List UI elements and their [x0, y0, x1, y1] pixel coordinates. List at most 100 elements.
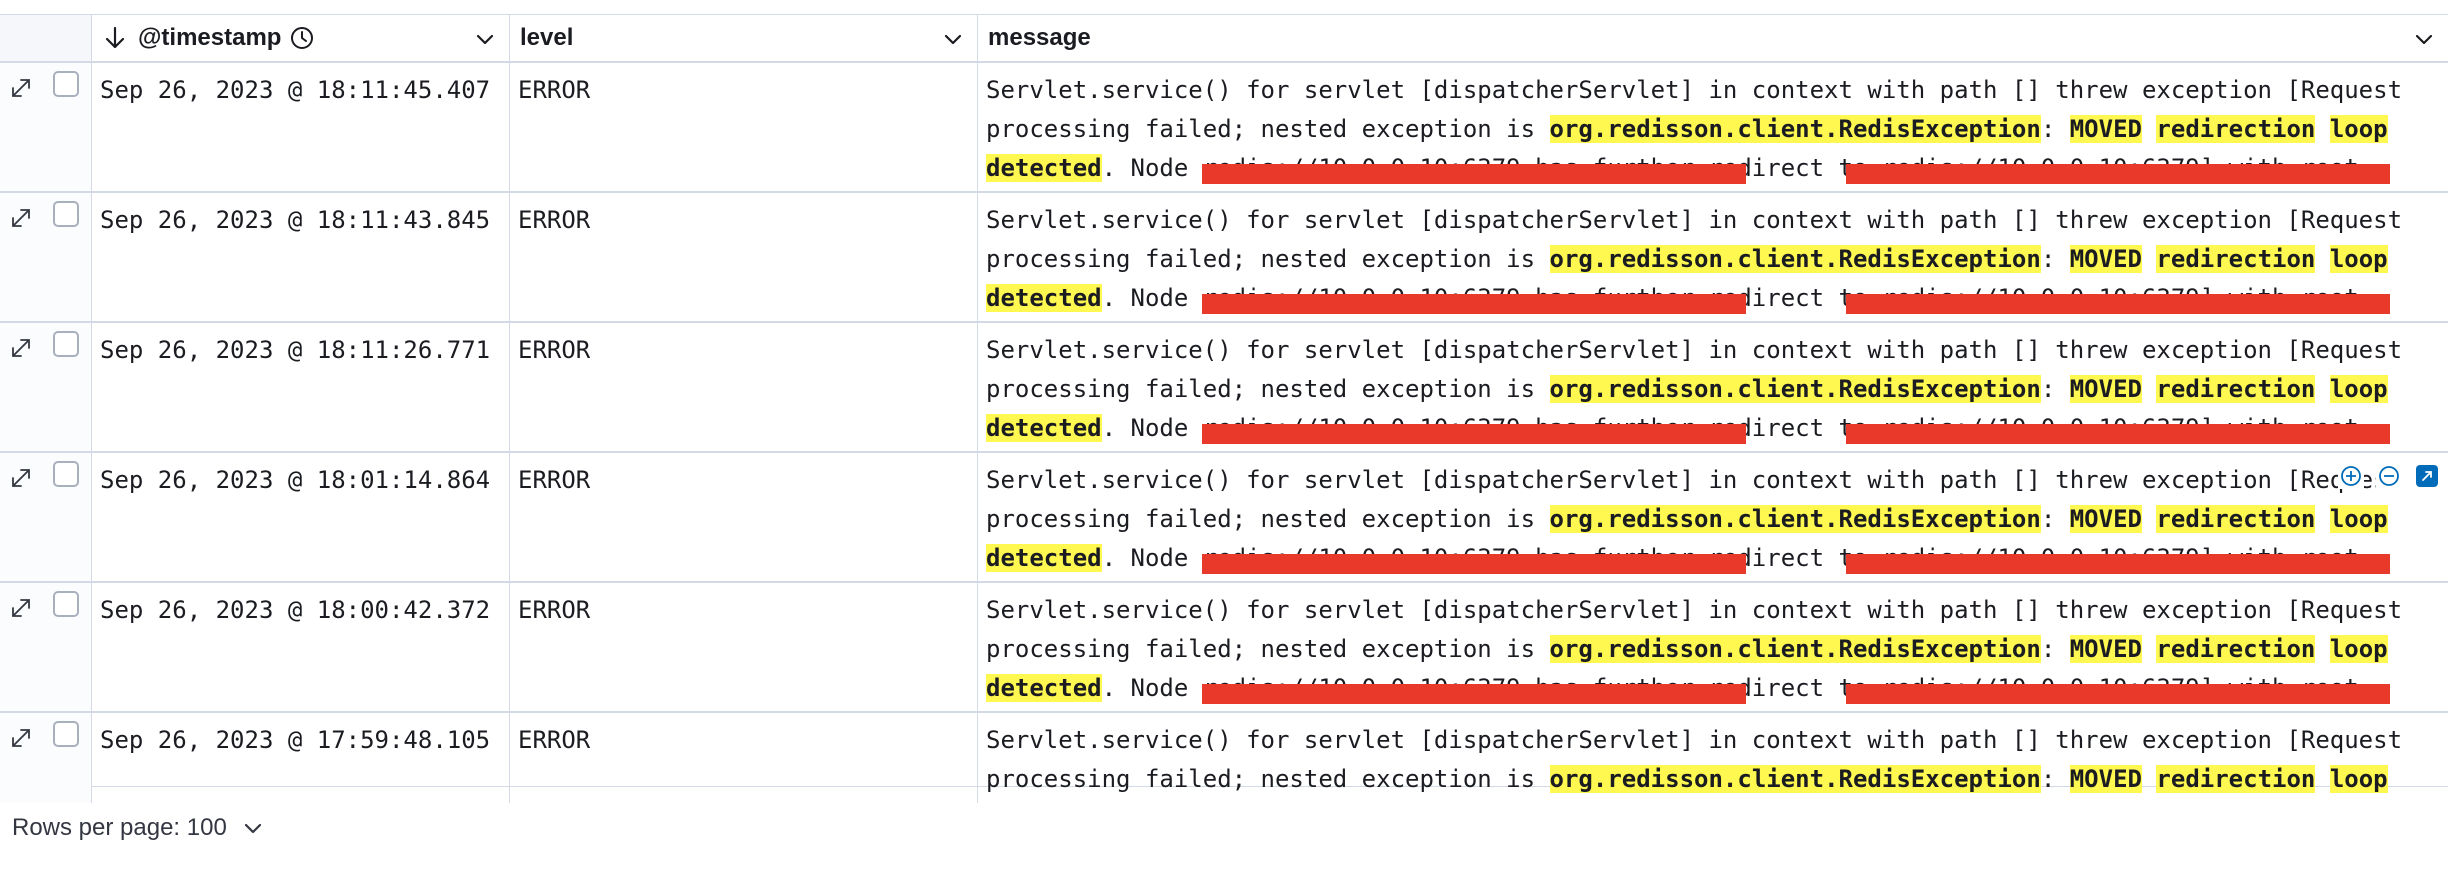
search-highlight: org.redisson.client.RedisException — [1549, 505, 2041, 533]
chevron-down-icon[interactable] — [473, 27, 497, 51]
search-highlight: org.redisson.client.RedisException — [1549, 245, 2041, 273]
rows-per-page-selector[interactable]: Rows per page: 100 — [12, 814, 227, 842]
search-highlight: MOVED — [2069, 375, 2142, 403]
message-line-2: processing failed; nested exception is o… — [986, 500, 2388, 539]
level-cell[interactable]: ERROR — [510, 323, 978, 451]
search-highlight: MOVED — [2069, 635, 2142, 663]
chevron-down-icon[interactable] — [2412, 27, 2436, 51]
search-highlight: redirection — [2156, 245, 2316, 273]
message-line-2: processing failed; nested exception is o… — [986, 240, 2388, 279]
message-cell[interactable]: Servlet.service() for servlet [dispatche… — [978, 193, 2448, 321]
expand-icon[interactable] — [8, 75, 34, 101]
search-highlight: detected — [986, 544, 1102, 572]
message-line-1: Servlet.service() for servlet [dispatche… — [986, 206, 2403, 234]
level-cell[interactable]: ERROR — [510, 63, 978, 191]
message-line-1: Servlet.service() for servlet [dispatche… — [986, 336, 2403, 364]
redaction-mark — [1202, 424, 1746, 444]
expand-icon[interactable] — [8, 205, 34, 231]
message-cell[interactable]: Servlet.service() for servlet [dispatche… — [978, 453, 2448, 581]
timestamp-cell[interactable]: Sep 26, 2023 @ 18:11:45.407 — [92, 63, 510, 191]
row-controls — [0, 323, 92, 451]
column-header-timestamp-label: @timestamp — [138, 24, 282, 51]
message-line-2: processing failed; nested exception is o… — [986, 370, 2388, 409]
message-line-1: Servlet.service() for servlet [dispatche… — [986, 726, 2403, 754]
timestamp-cell[interactable]: Sep 26, 2023 @ 18:11:43.845 — [92, 193, 510, 321]
redaction-mark — [1846, 424, 2390, 444]
level-cell[interactable]: ERROR — [510, 583, 978, 711]
message-text — [2315, 115, 2329, 143]
message-text: processing failed; nested exception is — [986, 115, 1550, 143]
message-text — [2142, 245, 2156, 273]
message-text — [2142, 635, 2156, 663]
timestamp-value: Sep 26, 2023 @ 18:11:43.845 — [100, 206, 491, 234]
pagination-footer: Rows per page: 100 — [0, 788, 2448, 868]
table-row: Sep 26, 2023 @ 18:11:45.407 ERROR Servle… — [0, 63, 2448, 193]
column-header-level[interactable]: level — [510, 15, 978, 61]
magnify-minus-icon[interactable] — [2376, 463, 2402, 489]
level-value: ERROR — [518, 726, 591, 754]
control-column-header — [0, 15, 92, 61]
message-cell[interactable]: Servlet.service() for servlet [dispatche… — [978, 583, 2448, 711]
redaction-mark — [1202, 164, 1746, 184]
search-highlight: loop — [2329, 245, 2388, 273]
message-line-1: Servlet.service() for servlet [dispatche… — [986, 76, 2403, 104]
search-highlight: MOVED — [2069, 115, 2142, 143]
chevron-down-icon[interactable] — [241, 816, 265, 840]
timestamp-cell[interactable]: Sep 26, 2023 @ 18:01:14.864 — [92, 453, 510, 581]
timestamp-cell[interactable]: Sep 26, 2023 @ 18:11:26.771 — [92, 323, 510, 451]
arrow-down-icon[interactable] — [102, 25, 128, 51]
column-header-message[interactable]: message — [978, 15, 2448, 61]
message-cell[interactable]: Servlet.service() for servlet [dispatche… — [978, 63, 2448, 191]
level-cell[interactable]: ERROR — [510, 193, 978, 321]
search-highlight: loop — [2329, 375, 2388, 403]
message-text — [2315, 375, 2329, 403]
timestamp-cell[interactable]: Sep 26, 2023 @ 18:00:42.372 — [92, 583, 510, 711]
expand-icon[interactable] — [8, 335, 34, 361]
column-header-level-label: level — [520, 24, 574, 51]
message-line-2: processing failed; nested exception is o… — [986, 630, 2388, 669]
search-highlight: org.redisson.client.RedisException — [1549, 375, 2041, 403]
message-text: : — [2040, 635, 2070, 663]
redaction-mark — [1846, 554, 2390, 574]
search-highlight: detected — [986, 674, 1102, 702]
row-checkbox[interactable] — [53, 71, 79, 97]
redaction-mark — [1202, 684, 1746, 704]
table-row: Sep 26, 2023 @ 18:01:14.864 ERROR Servle… — [0, 453, 2448, 583]
magnify-plus-icon[interactable] — [2338, 463, 2364, 489]
redaction-mark — [1846, 684, 2390, 704]
row-controls — [0, 453, 92, 581]
search-highlight: redirection — [2156, 375, 2316, 403]
timestamp-value: Sep 26, 2023 @ 18:01:14.864 — [100, 466, 491, 494]
redaction-mark — [1846, 294, 2390, 314]
row-checkbox[interactable] — [53, 331, 79, 357]
row-checkbox[interactable] — [53, 461, 79, 487]
level-value: ERROR — [518, 206, 591, 234]
column-header-timestamp[interactable]: @timestamp — [92, 15, 510, 61]
search-highlight: loop — [2329, 635, 2388, 663]
timestamp-value: Sep 26, 2023 @ 18:00:42.372 — [100, 596, 491, 624]
message-text: : — [2040, 505, 2070, 533]
row-controls — [0, 63, 92, 191]
column-header-message-label: message — [988, 24, 1091, 51]
search-highlight: org.redisson.client.RedisException — [1549, 635, 2041, 663]
level-cell[interactable]: ERROR — [510, 453, 978, 581]
popout-icon[interactable] — [2414, 463, 2440, 489]
expand-icon[interactable] — [8, 595, 34, 621]
message-cell[interactable]: Servlet.service() for servlet [dispatche… — [978, 323, 2448, 451]
search-highlight: redirection — [2156, 635, 2316, 663]
row-checkbox[interactable] — [53, 201, 79, 227]
row-checkbox[interactable] — [53, 721, 79, 747]
message-text: : — [2040, 115, 2070, 143]
message-line-1: Servlet.service() for servlet [dispatche… — [986, 466, 2403, 494]
clock-icon — [291, 27, 314, 49]
chevron-down-icon[interactable] — [941, 27, 965, 51]
timestamp-value: Sep 26, 2023 @ 18:11:26.771 — [100, 336, 491, 364]
message-text — [2142, 505, 2156, 533]
redaction-mark — [1846, 164, 2390, 184]
expand-icon[interactable] — [8, 725, 34, 751]
table-row: Sep 26, 2023 @ 18:11:43.845 ERROR Servle… — [0, 193, 2448, 323]
search-highlight: MOVED — [2069, 505, 2142, 533]
search-highlight: MOVED — [2069, 245, 2142, 273]
row-checkbox[interactable] — [53, 591, 79, 617]
expand-icon[interactable] — [8, 465, 34, 491]
